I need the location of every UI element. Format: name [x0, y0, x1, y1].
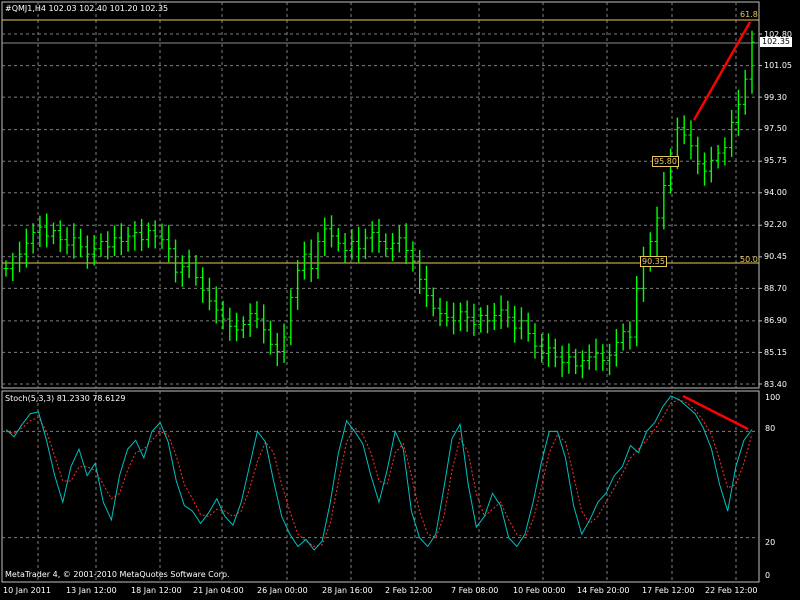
price-tick: 102.80	[764, 30, 792, 39]
price-tick: 90.45	[764, 252, 787, 261]
time-tick: 21 Jan 04:00	[193, 586, 244, 595]
price-tick: 94.00	[764, 188, 787, 197]
price-tick: 99.30	[764, 93, 787, 102]
price-trend-line	[692, 21, 752, 121]
time-tick: 13 Jan 12:00	[66, 586, 117, 595]
time-tick: 2 Feb 12:00	[385, 586, 433, 595]
stoch-main-line	[5, 395, 753, 551]
time-tick: 7 Feb 08:00	[451, 586, 499, 595]
copyright-text: MetaTrader 4, © 2001-2010 MetaQuotes Sof…	[5, 570, 230, 579]
time-tick: 17 Feb 12:00	[642, 586, 695, 595]
stoch-tick: 20	[765, 538, 776, 547]
price-tick: 83.40	[764, 380, 787, 389]
main-pane-frame	[1, 1, 760, 389]
price-tick: 101.05	[764, 61, 792, 70]
time-tick: 14 Feb 20:00	[577, 586, 630, 595]
chart-header: #QMJ1,H4 102.03 102.40 101.20 102.35	[5, 4, 169, 13]
fibo-50-label: 50.0	[740, 255, 758, 264]
fibo-618-label: 61.8	[740, 10, 758, 19]
level-box-lower: 90.35	[640, 256, 667, 267]
stoch-tick: 100	[765, 393, 781, 402]
stochastic-header: Stoch(5,3,3) 81.2330 78.6129	[5, 394, 126, 403]
time-tick: 10 Feb 00:00	[513, 586, 566, 595]
price-tick: 95.75	[764, 156, 787, 165]
price-tick: 97.50	[764, 124, 787, 133]
price-tick: 92.20	[764, 220, 787, 229]
stoch-trend-line	[682, 394, 749, 431]
time-tick: 26 Jan 00:00	[257, 586, 308, 595]
stoch-pane-frame	[1, 390, 760, 583]
price-tick: 85.15	[764, 348, 787, 357]
stoch-tick: 80	[765, 424, 776, 433]
price-tick: 88.70	[764, 284, 787, 293]
time-tick: 10 Jan 2011	[3, 586, 51, 595]
price-tick: 86.90	[764, 316, 787, 325]
stoch-tick: 0	[765, 571, 771, 580]
stoch-signal-line	[5, 398, 753, 548]
time-tick: 22 Feb 12:00	[705, 586, 758, 595]
time-tick: 28 Jan 16:00	[322, 586, 373, 595]
time-tick: 18 Jan 12:00	[131, 586, 182, 595]
price-chart[interactable]	[0, 0, 800, 600]
level-box-upper: 95.80	[652, 156, 679, 167]
